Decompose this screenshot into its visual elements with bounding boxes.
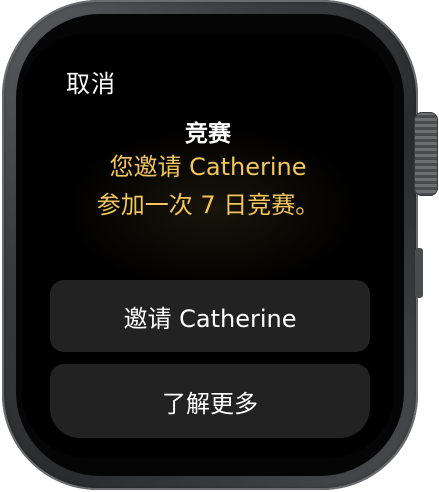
learn-more-button-label: 了解更多 bbox=[162, 389, 258, 418]
invitation-message-line-2: 参加一次 7 日竞赛。 bbox=[96, 191, 320, 219]
cancel-button[interactable]: 取消 bbox=[66, 64, 116, 99]
invite-button[interactable]: 邀请 Catherine bbox=[50, 280, 370, 352]
page-title: 竞赛 bbox=[185, 121, 231, 147]
side-button[interactable] bbox=[415, 248, 423, 298]
digital-crown[interactable] bbox=[414, 112, 438, 196]
watch-screen: 取消 竞赛 您邀请 Catherine 参加一次 7 日竞赛。 邀请 Cathe… bbox=[22, 34, 394, 458]
invitation-message-line-1: 您邀请 Catherine bbox=[109, 153, 307, 181]
invitation-message: 您邀请 Catherine 参加一次 7 日竞赛。 bbox=[22, 148, 394, 224]
invite-button-label: 邀请 Catherine bbox=[123, 304, 297, 333]
learn-more-button[interactable]: 了解更多 bbox=[50, 364, 370, 438]
